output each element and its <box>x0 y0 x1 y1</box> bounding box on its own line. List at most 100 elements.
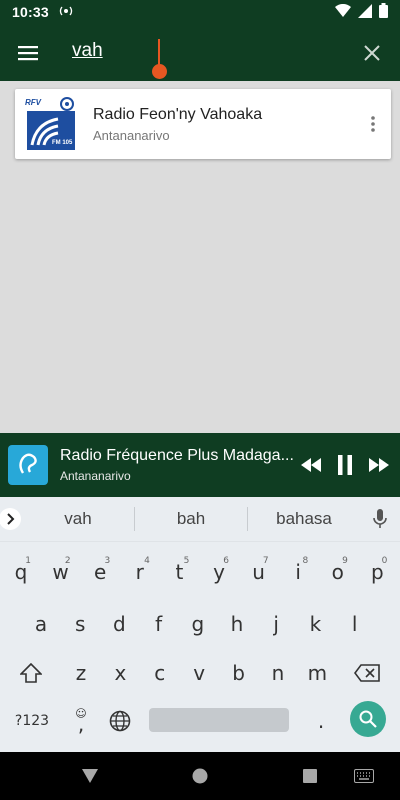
search-input[interactable] <box>72 39 322 62</box>
key-l[interactable]: l <box>336 602 374 646</box>
back-triangle-icon <box>82 769 98 783</box>
key-g[interactable]: g <box>179 602 217 646</box>
key-letter: t <box>175 560 184 584</box>
search-field[interactable] <box>56 25 344 81</box>
close-icon <box>364 44 380 61</box>
more-options-button[interactable] <box>355 94 391 154</box>
key-number-hint: 0 <box>381 556 388 566</box>
key-number-hint: 6 <box>223 556 229 566</box>
key-number-hint: 1 <box>25 556 31 566</box>
backspace-icon <box>354 664 380 682</box>
logo-text-top: RFV <box>25 97 41 107</box>
pause-button[interactable] <box>330 445 360 485</box>
search-icon <box>359 710 377 728</box>
emoji-icon: ☺ <box>75 707 87 720</box>
clear-search-button[interactable] <box>344 25 400 81</box>
player-location: Antananarivo <box>60 469 131 483</box>
system-nav-bar <box>0 752 400 800</box>
key-number-hint: 2 <box>64 556 71 566</box>
key-s[interactable]: s <box>61 602 99 646</box>
search-key[interactable] <box>350 701 386 737</box>
recents-square-icon <box>303 769 317 783</box>
mini-player[interactable]: Radio Fréquence Plus Madaga... Antananar… <box>0 433 400 497</box>
signal-icon <box>358 3 372 21</box>
mic-icon <box>373 509 387 528</box>
station-logo: RFV FM 105 <box>24 96 79 152</box>
text-cursor <box>158 38 160 65</box>
period-key[interactable]: . <box>302 699 340 743</box>
station-location: Antananarivo <box>93 127 170 143</box>
key-number-hint: 8 <box>302 556 309 566</box>
key-p[interactable]: p0 <box>358 550 396 594</box>
key-b[interactable]: b <box>220 651 258 695</box>
key-number-hint: 5 <box>183 556 190 566</box>
station-result-card[interactable]: RFV FM 105 Radio Feon'ny Vahoaka Antanan… <box>15 89 391 159</box>
status-time: 10:33 <box>12 4 49 20</box>
expand-suggestions-button[interactable] <box>0 507 22 531</box>
key-letter: r <box>135 560 144 584</box>
backspace-key[interactable] <box>348 651 386 695</box>
keyboard-row-3: zxcvbnm <box>0 647 400 699</box>
cast-icon <box>59 4 73 21</box>
key-v[interactable]: v <box>180 651 218 695</box>
wifi-icon <box>335 3 351 21</box>
key-u[interactable]: u7 <box>240 550 278 594</box>
status-bar: 10:33 <box>0 0 400 24</box>
chevron-right-icon <box>0 508 21 530</box>
menu-button[interactable] <box>0 25 56 81</box>
keyboard-icon <box>354 769 374 783</box>
comma-emoji-key[interactable]: ☺ , <box>62 699 100 743</box>
suggestion-3[interactable]: bahasa <box>248 509 360 529</box>
key-d[interactable]: d <box>100 602 138 646</box>
space-key[interactable] <box>149 708 289 732</box>
key-r[interactable]: r4 <box>121 550 159 594</box>
home-button[interactable] <box>188 764 212 788</box>
key-m[interactable]: m <box>298 651 336 695</box>
key-e[interactable]: e3 <box>81 550 119 594</box>
key-n[interactable]: n <box>259 651 297 695</box>
key-number-hint: 9 <box>342 556 348 566</box>
cursor-handle[interactable] <box>152 63 167 79</box>
hamburger-icon <box>18 45 38 60</box>
search-toolbar <box>0 24 400 81</box>
key-w[interactable]: w2 <box>42 550 80 594</box>
key-y[interactable]: y6 <box>200 550 238 594</box>
key-x[interactable]: x <box>101 651 139 695</box>
key-f[interactable]: f <box>140 602 178 646</box>
battery-icon <box>379 3 388 21</box>
player-title: Radio Fréquence Plus Madaga... <box>60 447 294 464</box>
fast-forward-button[interactable] <box>364 445 394 485</box>
suggestion-2[interactable]: bah <box>135 509 247 529</box>
rewind-icon <box>301 458 321 472</box>
keyboard-row-1: q1w2e3r4t5y6u7i8o9p0 <box>0 546 400 598</box>
recents-button[interactable] <box>298 764 322 788</box>
key-letter: i <box>295 560 301 584</box>
key-number-hint: 3 <box>104 556 111 566</box>
key-c[interactable]: c <box>141 651 179 695</box>
key-i[interactable]: i8 <box>279 550 317 594</box>
keyboard-row-2: asdfghjkl <box>0 598 400 650</box>
key-number-hint: 4 <box>144 556 150 566</box>
voice-input-button[interactable] <box>360 509 400 529</box>
suggestion-strip: vah bah bahasa <box>0 497 400 542</box>
key-t[interactable]: t5 <box>160 550 198 594</box>
key-q[interactable]: q1 <box>2 550 40 594</box>
key-k[interactable]: k <box>296 602 334 646</box>
key-j[interactable]: j <box>257 602 295 646</box>
key-o[interactable]: o9 <box>319 550 357 594</box>
station-title: Radio Feon'ny Vahoaka <box>93 105 263 123</box>
suggestion-1[interactable]: vah <box>22 509 134 529</box>
language-key[interactable] <box>101 699 139 743</box>
key-a[interactable]: a <box>22 602 60 646</box>
more-vert-icon <box>371 116 375 132</box>
keyboard-switch-button[interactable] <box>352 764 376 788</box>
back-button[interactable] <box>78 764 102 788</box>
key-number-hint: 7 <box>262 556 269 566</box>
rewind-button[interactable] <box>296 445 326 485</box>
soft-keyboard: vah bah bahasa q1w2e3r4t5y6u7i8o9p0 asdf… <box>0 497 400 752</box>
symbols-key[interactable]: ?123 <box>10 699 54 743</box>
key-z[interactable]: z <box>62 651 100 695</box>
shift-key[interactable] <box>12 651 50 695</box>
key-h[interactable]: h <box>218 602 256 646</box>
player-station-logo <box>8 445 48 485</box>
